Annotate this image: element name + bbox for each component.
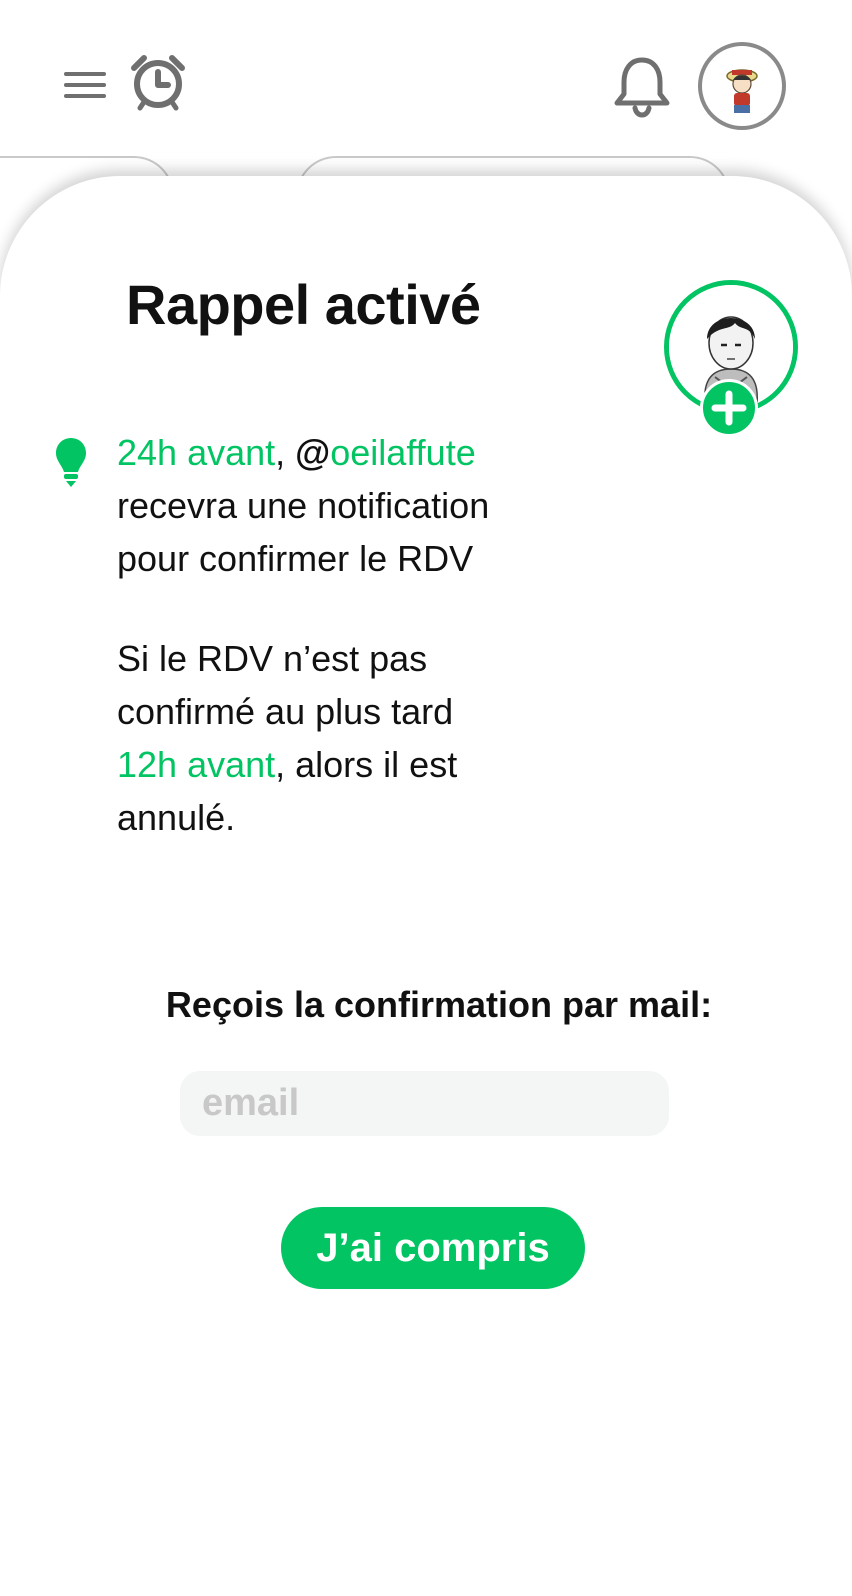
mail-confirmation-label: Reçois la confirmation par mail: xyxy=(165,984,713,1025)
menu-icon[interactable] xyxy=(62,66,108,104)
username-link[interactable]: oeilaffute xyxy=(330,432,475,473)
page-title: Rappel activé xyxy=(126,273,481,336)
reminder-line-2: recevra une notification xyxy=(117,485,490,526)
cancel-line-2: confirmé au plus tard xyxy=(117,691,454,732)
confirm-button[interactable]: J’ai compris xyxy=(281,1207,585,1289)
reminder-line-3: pour confirmer le RDV xyxy=(117,538,474,579)
top-bar xyxy=(0,0,852,150)
email-input[interactable] xyxy=(180,1071,669,1136)
cancel-line-1: Si le RDV n’est pas xyxy=(117,638,428,679)
at-sign: @ xyxy=(295,432,331,473)
add-contact-button[interactable] xyxy=(700,379,758,437)
cancellation-info: Si le RDV n’est pas confirmé au plus tard… xyxy=(117,632,577,844)
reminder-timing: 24h avant xyxy=(117,432,276,473)
alarm-clock-icon[interactable] xyxy=(128,52,188,112)
cancel-deadline: 12h avant xyxy=(117,744,276,785)
reminder-info: 24h avant, @oeilaffute recevra une notifi… xyxy=(117,426,577,585)
separator: , xyxy=(275,432,296,473)
user-avatar[interactable] xyxy=(698,42,786,130)
bell-icon[interactable] xyxy=(610,54,674,118)
cancel-line-3: , alors il est xyxy=(275,744,458,785)
cancel-line-4: annulé. xyxy=(117,797,236,838)
lightbulb-icon xyxy=(54,436,88,488)
